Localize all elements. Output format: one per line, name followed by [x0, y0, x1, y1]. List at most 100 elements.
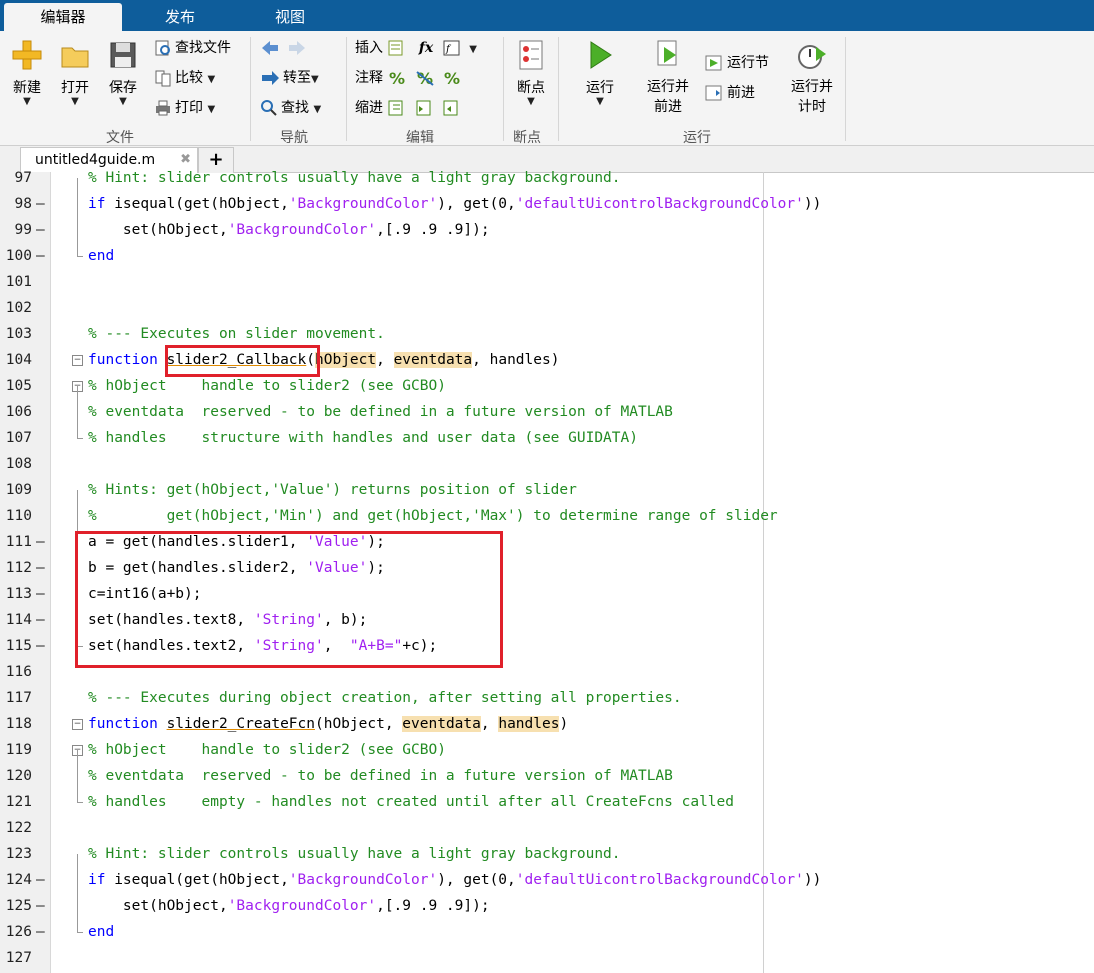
code-text: set(hObject,'BackgroundColor',[.9 .9 .9]… [88, 222, 490, 238]
line-number[interactable]: 113 [0, 586, 32, 602]
line-number[interactable]: 103 [0, 326, 32, 342]
breakpoint-marker[interactable]: — [36, 612, 45, 628]
uncomment-icon[interactable]: % [415, 69, 435, 87]
fold-toggle-icon[interactable]: − [72, 719, 83, 730]
code-line[interactable]: 107 % handles structure with handles and … [0, 426, 1094, 452]
line-number[interactable]: 126 [0, 924, 32, 940]
line-number[interactable]: 99 [0, 222, 32, 238]
breakpoint-marker[interactable]: — [36, 560, 45, 576]
find-button[interactable]: 查找 ▼ [260, 97, 321, 119]
increase-indent-icon[interactable] [415, 99, 435, 117]
line-number[interactable]: 114 [0, 612, 32, 628]
breakpoint-marker[interactable]: — [36, 534, 45, 550]
code-line[interactable]: 102 [0, 296, 1094, 322]
line-number[interactable]: 108 [0, 456, 32, 472]
advance-button[interactable]: 前进 [704, 82, 755, 104]
line-number[interactable]: 116 [0, 664, 32, 680]
breakpoint-marker[interactable]: — [36, 898, 45, 914]
breakpoint-marker[interactable]: — [36, 638, 45, 654]
new-plus-icon [12, 40, 42, 70]
fold-toggle-icon[interactable]: − [72, 355, 83, 366]
code-line[interactable]: 105 % hObject handle to slider2 (see GCBO… [0, 374, 1094, 400]
run-time-button[interactable]: 运行并 计时 [784, 39, 840, 117]
tab-editor[interactable]: 编辑器 [4, 3, 122, 31]
line-number[interactable]: 125 [0, 898, 32, 914]
code-line[interactable]: 126— end [0, 920, 1094, 946]
line-number[interactable]: 115 [0, 638, 32, 654]
tab-view[interactable]: 视图 [250, 3, 330, 31]
breakpoint-marker[interactable]: — [36, 248, 45, 264]
code-line[interactable]: 109 % Hints: get(hObject,'Value') returns… [0, 478, 1094, 504]
decrease-indent-icon[interactable] [442, 99, 462, 117]
code-line[interactable]: 122 [0, 816, 1094, 842]
fx-icon[interactable]: fx [419, 40, 433, 56]
code-line[interactable]: 106 % eventdata reserved - to be defined … [0, 400, 1094, 426]
line-number[interactable]: 109 [0, 482, 32, 498]
line-number[interactable]: 110 [0, 508, 32, 524]
insert-button[interactable]: 插入 fx f ▼ [355, 37, 477, 59]
code-line[interactable]: 110 % get(hObject,'Min') and get(hObject,… [0, 504, 1094, 530]
code-line[interactable]: 127 [0, 946, 1094, 972]
line-number[interactable]: 127 [0, 950, 32, 966]
code-line[interactable]: 121 % handles empty - handles not created… [0, 790, 1094, 816]
line-number[interactable]: 98 [0, 196, 32, 212]
code-line[interactable]: 117 % --- Executes during object creation… [0, 686, 1094, 712]
run-section-button[interactable]: 运行节 [704, 52, 769, 74]
line-number[interactable]: 104 [0, 352, 32, 368]
line-number[interactable]: 111 [0, 534, 32, 550]
line-number[interactable]: 105 [0, 378, 32, 394]
find-files-button[interactable]: 查找文件 [154, 37, 231, 59]
line-number[interactable]: 102 [0, 300, 32, 316]
line-number[interactable]: 123 [0, 846, 32, 862]
open-button[interactable]: 打开 ▼ [54, 39, 96, 107]
compare-button[interactable]: 比较 ▼ [154, 67, 215, 89]
code-line[interactable]: 101 [0, 270, 1094, 296]
function-browser-icon[interactable]: f [442, 39, 462, 57]
code-line[interactable]: 98— if isequal(get(hObject,'BackgroundCol… [0, 192, 1094, 218]
line-number[interactable]: 124 [0, 872, 32, 888]
indent-button[interactable]: 缩进 [355, 97, 465, 119]
code-line[interactable]: 120 % eventdata reserved - to be defined … [0, 764, 1094, 790]
print-button[interactable]: 打印 ▼ [154, 97, 215, 119]
fold-guide-end [77, 438, 83, 439]
wrap-comment-icon[interactable]: % [442, 69, 462, 87]
breakpoint-marker[interactable]: — [36, 872, 45, 888]
line-number[interactable]: 122 [0, 820, 32, 836]
find-dropdown-icon: ▼ [313, 104, 322, 115]
breakpoint-marker[interactable]: — [36, 222, 45, 238]
code-line[interactable]: 124— if isequal(get(hObject,'BackgroundCo… [0, 868, 1094, 894]
run-button[interactable]: 运行 ▼ [578, 39, 622, 107]
line-number[interactable]: 121 [0, 794, 32, 810]
code-line[interactable]: 123 % Hint: slider controls usually have … [0, 842, 1094, 868]
insert-dropdown-icon[interactable]: ▼ [469, 44, 477, 55]
line-number[interactable]: 119 [0, 742, 32, 758]
code-line[interactable]: 119 % hObject handle to slider2 (see GCBO… [0, 738, 1094, 764]
code-line[interactable]: 118 function slider2_CreateFcn(hObject, e… [0, 712, 1094, 738]
line-number[interactable]: 107 [0, 430, 32, 446]
breakpoints-button[interactable]: 断点 ▼ [510, 39, 552, 107]
back-forward-buttons[interactable] [260, 37, 310, 59]
line-number[interactable]: 120 [0, 768, 32, 784]
code-line[interactable]: 108 [0, 452, 1094, 478]
comment-button[interactable]: 注释 % % % [355, 67, 465, 89]
line-number[interactable]: 117 [0, 690, 32, 706]
code-line[interactable]: 100— end [0, 244, 1094, 270]
code-line[interactable]: 99— set(hObject,'BackgroundColor',[.9 .9… [0, 218, 1094, 244]
breakpoint-marker[interactable]: — [36, 924, 45, 940]
line-number[interactable]: 97 [0, 170, 32, 186]
line-number[interactable]: 106 [0, 404, 32, 420]
run-advance-button[interactable]: 运行并 前进 [640, 39, 696, 117]
breakpoint-marker[interactable]: — [36, 586, 45, 602]
line-number[interactable]: 112 [0, 560, 32, 576]
goto-button[interactable]: 转至▼ [260, 67, 319, 89]
line-number[interactable]: 118 [0, 716, 32, 732]
tab-publish[interactable]: 发布 [140, 3, 220, 31]
code-line[interactable]: 97 % Hint: slider controls usually have a… [0, 166, 1094, 192]
code-line[interactable]: 125— set(hObject,'BackgroundColor',[.9 .… [0, 894, 1094, 920]
new-button[interactable]: 新建 ▼ [6, 39, 48, 107]
code-text: % Hint: slider controls usually have a l… [88, 846, 621, 862]
breakpoint-marker[interactable]: — [36, 196, 45, 212]
save-button[interactable]: 保存 ▼ [102, 39, 144, 107]
line-number[interactable]: 100 [0, 248, 32, 264]
line-number[interactable]: 101 [0, 274, 32, 290]
